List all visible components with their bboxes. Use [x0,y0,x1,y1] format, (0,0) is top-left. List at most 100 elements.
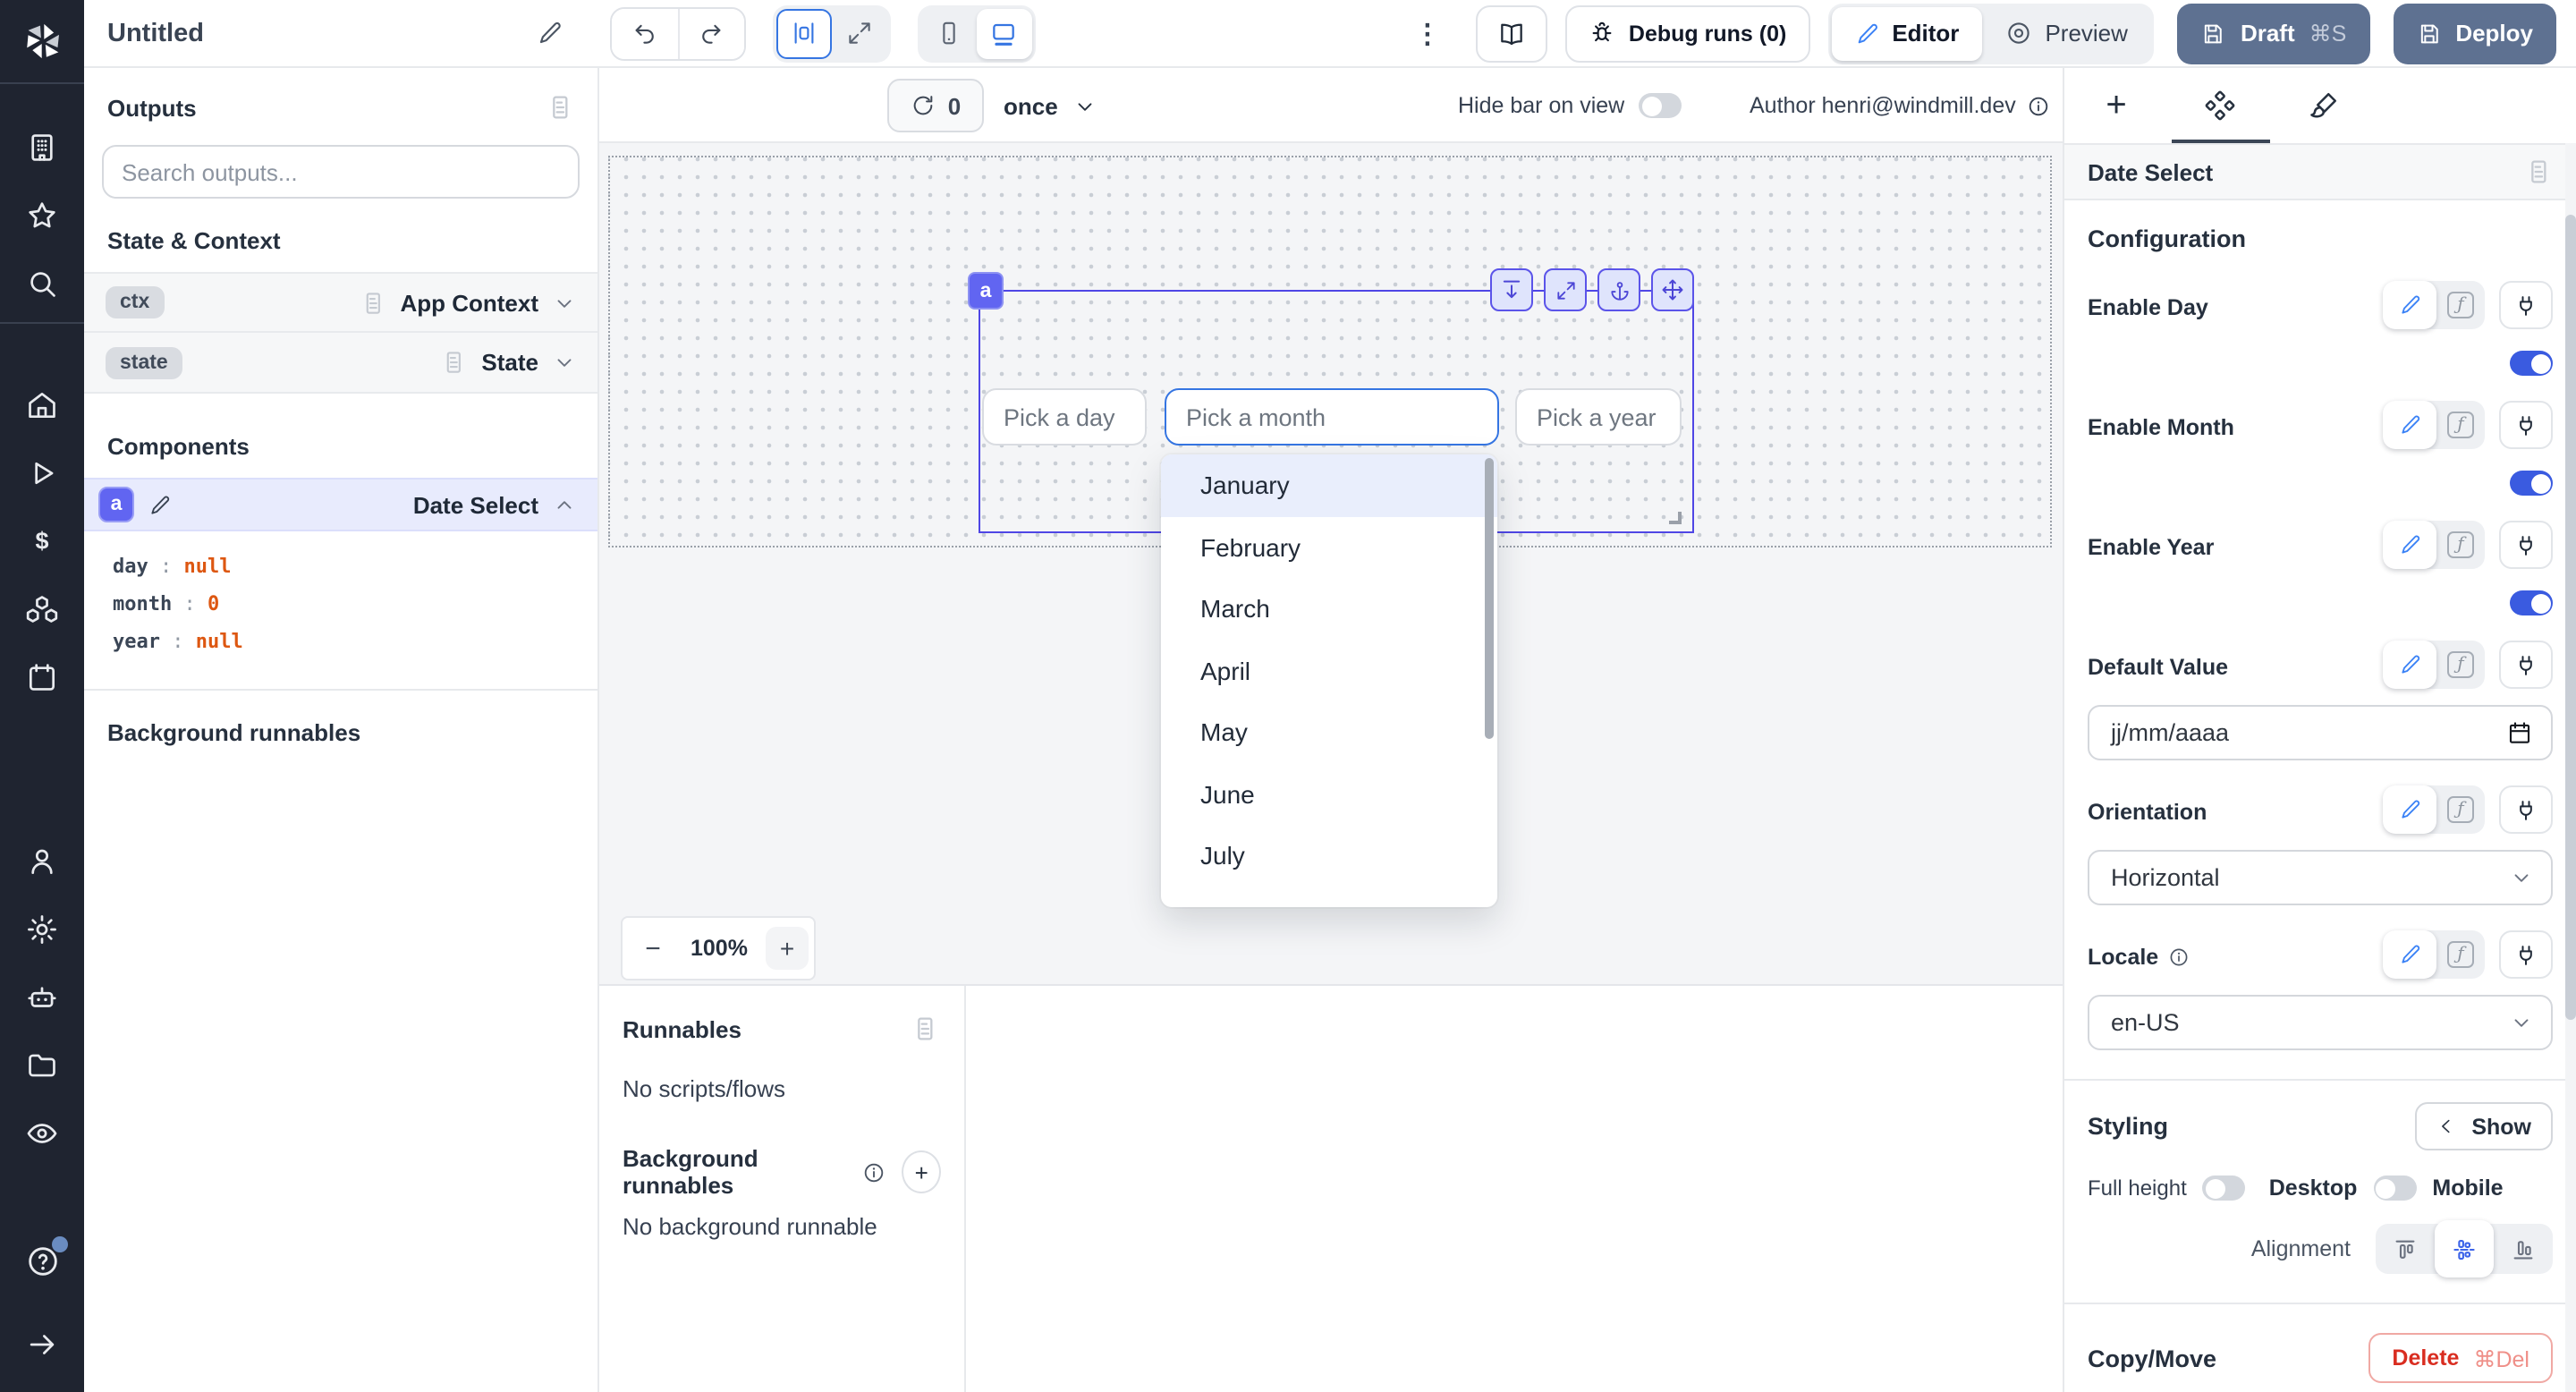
move-icon[interactable] [1651,268,1694,311]
settings-gear-icon[interactable] [0,895,84,963]
day-input[interactable]: Pick a day [982,388,1147,446]
connect-plug-icon[interactable] [2499,521,2553,569]
schedules-calendar-icon[interactable] [0,642,84,710]
align-top-icon[interactable] [2376,1224,2435,1274]
debug-runs-button[interactable]: Debug runs (0) [1566,4,1809,62]
interval-select[interactable]: once [1004,68,1097,143]
state-row[interactable]: state State [84,333,597,394]
styling-brush-tab[interactable] [2272,68,2376,143]
static-pencil-icon[interactable] [2383,641,2436,689]
eval-fx-icon[interactable]: ƒ [2436,531,2485,558]
styling-show-button[interactable]: Show [2414,1102,2553,1150]
collapse-arrow-icon[interactable] [0,1310,84,1378]
home-icon[interactable] [0,370,84,438]
default-value-date-input[interactable]: jj/mm/aaaa [2088,705,2553,760]
folders-icon[interactable] [0,1031,84,1099]
eval-fx-icon[interactable]: ƒ [2436,796,2485,823]
connect-plug-icon[interactable] [2499,641,2553,689]
anchor-icon[interactable] [1597,268,1640,311]
user-icon[interactable] [0,827,84,895]
connect-plug-icon[interactable] [2499,785,2553,834]
delete-component-button[interactable]: Delete ⌘Del [2368,1333,2553,1383]
eval-fx-icon[interactable]: ƒ [2436,651,2485,678]
hide-bar-toggle[interactable] [1639,93,1682,118]
fullscreen-icon[interactable] [1544,268,1587,311]
month-option[interactable]: May [1161,701,1497,763]
component-chevron-up-icon[interactable] [553,493,576,516]
bg-runnables-info-icon[interactable] [862,1160,886,1184]
search-outputs-input[interactable]: Search outputs... [102,145,580,199]
locale-info-icon[interactable] [2167,946,2189,968]
component-rename-pencil-icon[interactable] [148,493,172,516]
audit-eye-icon[interactable] [0,1099,84,1167]
full-height-toggle[interactable] [2203,1176,2246,1201]
full-width-button[interactable] [832,8,887,58]
app-canvas[interactable]: a Pick a day [599,143,2063,986]
more-menu-kebab-icon[interactable]: ⋮ [1396,17,1459,49]
month-option[interactable]: February [1161,516,1497,578]
deploy-button[interactable]: Deploy [2393,3,2556,64]
month-option[interactable]: June [1161,763,1497,825]
refresh-count-button[interactable]: 0 [887,79,984,132]
month-option[interactable]: January [1161,454,1497,516]
locale-select[interactable]: en-US [2088,995,2553,1050]
static-pencil-icon[interactable] [2383,785,2436,834]
settings-scrollbar-track[interactable] [2565,143,2576,1392]
align-center-icon[interactable] [2435,1220,2494,1277]
connect-plug-icon[interactable] [2499,281,2553,329]
component-settings-tab[interactable] [2168,68,2272,143]
desktop-view-button[interactable] [977,8,1032,58]
eval-fx-icon[interactable]: ƒ [2436,941,2485,968]
eval-fx-icon[interactable]: ƒ [2436,412,2485,438]
undo-button[interactable] [612,8,678,58]
month-option[interactable]: April [1161,640,1497,701]
zoom-out-button[interactable]: − [623,933,683,963]
settings-doc-icon[interactable] [2524,157,2553,186]
state-chevron-down-icon[interactable] [553,351,576,374]
workers-robot-icon[interactable] [0,963,84,1031]
outputs-doc-icon[interactable] [546,93,574,122]
dropdown-scrollbar[interactable] [1485,458,1494,739]
mobile-style-toggle[interactable] [2373,1176,2416,1201]
runnables-doc-icon[interactable] [911,1014,939,1043]
static-pencil-icon[interactable] [2383,521,2436,569]
workspace-icon[interactable] [0,113,84,181]
ctx-row[interactable]: ctx App Context [84,272,597,333]
enable-year-toggle[interactable] [2510,590,2553,615]
static-pencil-icon[interactable] [2383,401,2436,449]
resources-cubes-icon[interactable] [0,574,84,642]
centered-layout-button[interactable] [776,8,832,58]
help-icon[interactable] [0,1227,84,1295]
enable-day-toggle[interactable] [2510,351,2553,376]
enable-month-toggle[interactable] [2510,471,2553,496]
component-row-a[interactable]: a Date Select [84,478,597,531]
windmill-logo[interactable] [0,0,84,84]
resize-handle[interactable] [1669,512,1682,524]
insert-component-tab[interactable]: + [2064,68,2168,143]
expand-down-icon[interactable] [1490,268,1533,311]
runs-play-icon[interactable] [0,438,84,506]
month-option[interactable]: March [1161,578,1497,640]
preview-tab[interactable]: Preview [1982,6,2151,60]
calendar-icon[interactable] [2506,719,2533,746]
redo-button[interactable] [678,8,744,58]
search-icon[interactable] [0,249,84,317]
favorites-star-icon[interactable] [0,181,84,249]
month-option[interactable]: July [1161,825,1497,887]
add-bg-runnable-button[interactable]: + [902,1150,941,1193]
connect-plug-icon[interactable] [2499,930,2553,979]
editor-tab[interactable]: Editor [1831,6,1982,60]
docs-book-button[interactable] [1477,4,1548,62]
connect-plug-icon[interactable] [2499,401,2553,449]
static-pencil-icon[interactable] [2383,930,2436,979]
settings-scrollbar-thumb[interactable] [2565,215,2576,1020]
month-input[interactable]: Pick a month [1165,388,1499,446]
align-bottom-icon[interactable] [2494,1224,2553,1274]
ctx-chevron-down-icon[interactable] [553,291,576,314]
month-option[interactable]: August [1161,887,1497,907]
rename-pencil-icon[interactable] [537,20,564,47]
variables-dollar-icon[interactable]: $ [0,506,84,574]
year-input[interactable]: Pick a year [1515,388,1682,446]
mobile-view-button[interactable] [921,8,977,58]
eval-fx-icon[interactable]: ƒ [2436,292,2485,318]
